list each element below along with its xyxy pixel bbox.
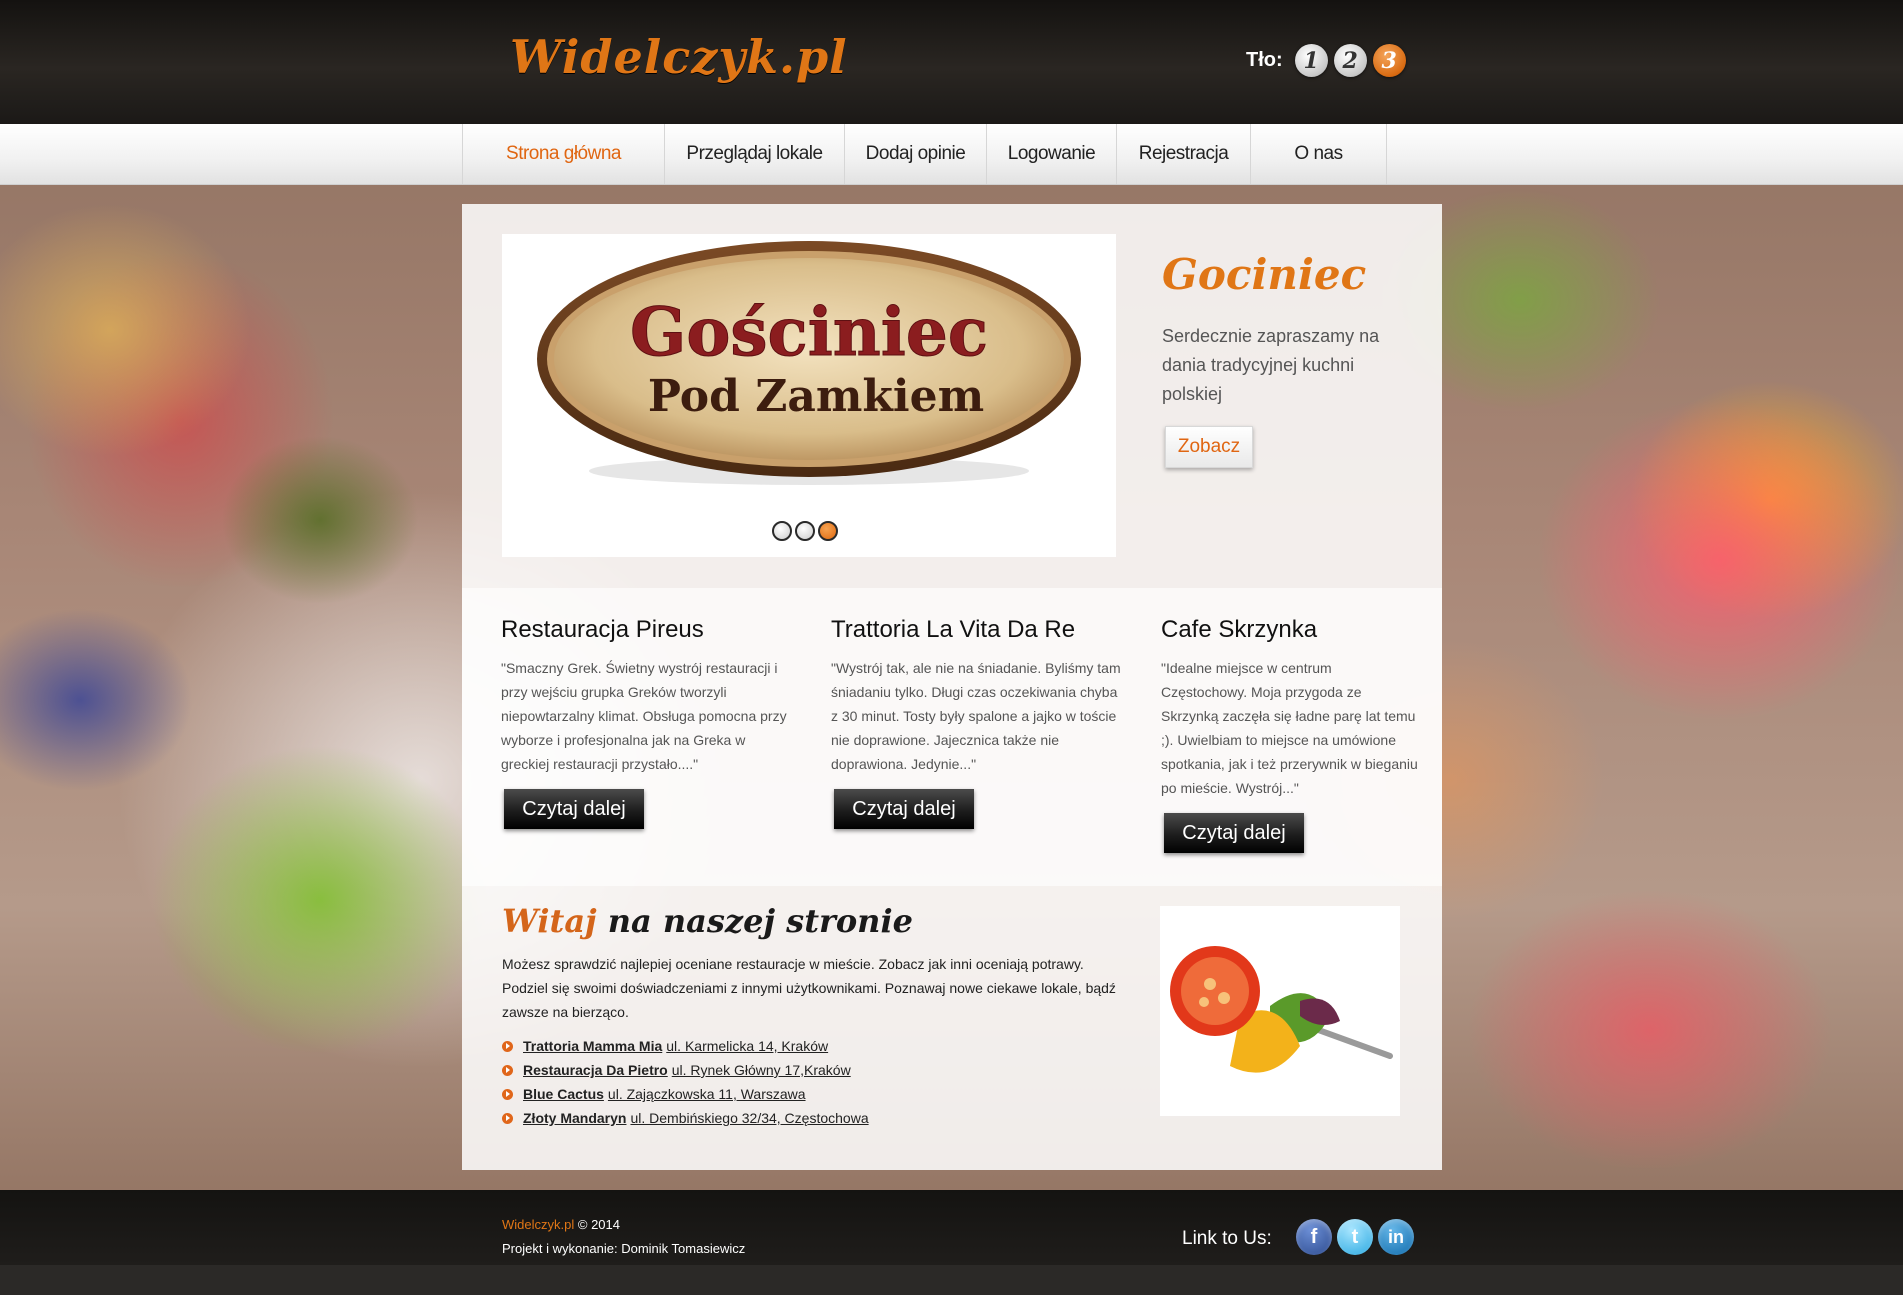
arrow-bullet-icon [502,1040,513,1052]
nav-item-login[interactable]: Logowanie [987,124,1117,184]
list-item: Blue Cactus ul. Zajączkowska 11, Warszawa [502,1082,869,1106]
salad-fork-image [1160,906,1400,1116]
slider-dot-3[interactable] [818,521,838,541]
welcome-heading: Witaj na naszej stronie [502,902,913,940]
review-title[interactable]: Trattoria La Vita Da Re [831,616,1123,656]
background-option-3[interactable]: 3 [1372,44,1406,77]
copyright-text: © 2014 [577,1217,620,1232]
linkedin-icon[interactable]: in [1378,1219,1414,1255]
featured-slider: Gościniec Pod Zamkiem [502,234,1116,557]
background-option-1[interactable]: 1 [1294,44,1328,77]
review-title[interactable]: Restauracja Pireus [501,616,793,656]
list-item: Restauracja Da Pietro ul. Rynek Główny 17… [502,1058,869,1082]
review-card: Restauracja Pireus "Smaczny Grek. Świetn… [501,616,793,829]
site-logo[interactable]: Widelczyk.pl [510,30,848,84]
list-item: Złoty Mandaryn ul. Dembińskiego 32/34, Cz… [502,1106,869,1130]
nav-item-about[interactable]: O nas [1251,124,1387,184]
nav-item-add-review[interactable]: Dodaj opinie [845,124,987,184]
slider-dot-1[interactable] [772,521,792,541]
restaurant-link[interactable]: Blue Cactus ul. Zajączkowska 11, Warszawa [523,1086,806,1102]
main-navigation: Strona główna Przeglądaj lokale Dodaj op… [0,124,1903,185]
restaurant-links-list: Trattoria Mamma Mia ul. Karmelicka 14, Kr… [502,1034,869,1130]
feature-description: Serdecznie zapraszamy na dania tradycyjn… [1162,326,1380,404]
footer-copyright: Widelczyk.pl © 2014 [502,1217,620,1232]
facebook-icon[interactable]: f [1296,1219,1332,1255]
link-to-us-label: Link to Us: [1182,1228,1272,1249]
welcome-text: Możesz sprawdzić najlepiej oceniane rest… [502,956,1116,1020]
slider-dot-2[interactable] [795,521,815,541]
arrow-bullet-icon [502,1088,513,1100]
nav-item-browse[interactable]: Przeglądaj lokale [665,124,845,184]
arrow-bullet-icon [502,1112,513,1124]
footer-bottom-strip [0,1265,1903,1295]
review-card: Cafe Skrzynka "Idealne miejsce w centrum… [1161,616,1421,853]
read-more-button[interactable]: Czytaj dalej [834,789,974,829]
main-content: Gościniec Pod Zamkiem Gociniec Serdeczni… [462,204,1442,1170]
restaurant-logo-line1: Gościniec [630,293,988,371]
view-button[interactable]: Zobacz [1165,426,1253,468]
read-more-button[interactable]: Czytaj dalej [1164,813,1304,853]
read-more-button[interactable]: Czytaj dalej [504,789,644,829]
header: Widelczyk.pl Tło: 1 2 3 [0,0,1903,124]
restaurant-link[interactable]: Restauracja Da Pietro ul. Rynek Główny 17… [523,1062,851,1078]
restaurant-link[interactable]: Trattoria Mamma Mia ul. Karmelicka 14, Kr… [523,1038,828,1054]
review-excerpt: "Wystrój tak, ale nie na śniadanie. Byli… [831,660,1121,772]
review-title[interactable]: Cafe Skrzynka [1161,616,1421,656]
restaurant-logo-line2: Pod Zamkiem [648,371,984,422]
background-label: Tło: [1246,49,1283,71]
welcome-heading-accent: Witaj [502,902,597,940]
welcome-heading-rest: na naszej stronie [607,902,913,940]
nav-item-home[interactable]: Strona główna [463,124,665,184]
review-excerpt: "Smaczny Grek. Świetny wystrój restaurac… [501,660,787,772]
background-option-2[interactable]: 2 [1333,44,1367,77]
nav-item-register[interactable]: Rejestracja [1117,124,1251,184]
background-switcher: Tło: 1 2 3 [1246,44,1406,77]
footer [0,1190,1903,1265]
feature-title: Gociniec [1162,250,1367,299]
footer-credit: Projekt i wykonanie: Dominik Tomasiewicz [502,1241,746,1256]
review-card: Trattoria La Vita Da Re "Wystrój tak, al… [831,616,1123,829]
restaurant-logo-image: Gościniec Pod Zamkiem [537,241,1081,485]
arrow-bullet-icon [502,1064,513,1076]
slider-dots [772,521,838,541]
social-links: f t in [1296,1219,1414,1255]
twitter-icon[interactable]: t [1337,1219,1373,1255]
restaurant-link[interactable]: Złoty Mandaryn ul. Dembińskiego 32/34, Cz… [523,1110,869,1126]
review-excerpt: "Idealne miejsce w centrum Częstochowy. … [1161,660,1418,796]
footer-brand-link[interactable]: Widelczyk.pl [502,1217,574,1232]
list-item: Trattoria Mamma Mia ul. Karmelicka 14, Kr… [502,1034,869,1058]
